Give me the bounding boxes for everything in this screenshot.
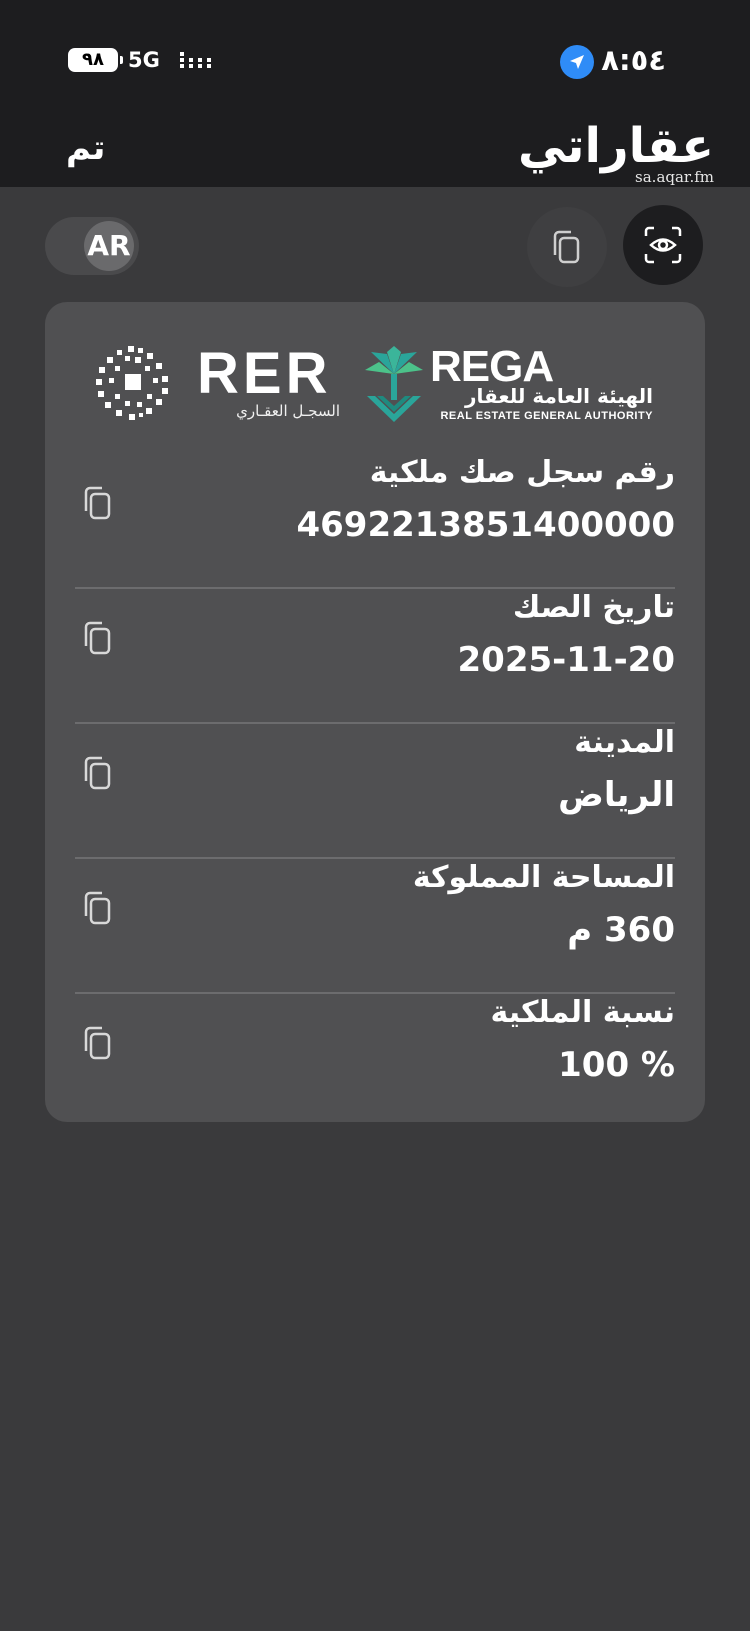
status-bar: ٩٨ 5G ٨:٥٤ [0,38,750,82]
copy-icon[interactable] [81,1022,115,1064]
copy-icon[interactable] [81,617,115,659]
copy-all-button[interactable] [527,207,607,287]
deed-card: RER السجـل العقـاري REGA الهيئة العامة ل… [45,302,705,1122]
rega-logo-icon [365,346,423,422]
status-time: ٨:٥٤ [601,43,666,77]
copy-icon [553,230,580,264]
field-owned-area: المساحة المملوكة 360 م [45,859,705,994]
view-toggle-button[interactable] [623,205,703,285]
field-label: المدينة [574,725,675,760]
eye-scan-icon [644,226,682,264]
logos-header: RER السجـل العقـاري REGA الهيئة العامة ل… [45,302,705,432]
field-ownership-ratio: نسبة الملكية 100 % [45,994,705,1129]
signal-icon [180,52,211,68]
location-arrow-icon [560,45,594,79]
field-value: الرياض [558,775,675,815]
field-value: 100 % [558,1045,675,1085]
watermark-url: sa.aqar.fm [635,168,714,186]
field-value: 360 م [567,910,675,950]
field-city: المدينة الرياض [45,724,705,859]
field-label: تاريخ الصك [512,590,675,625]
battery-indicator: ٩٨ [68,48,123,72]
rer-logo-subtitle: السجـل العقـاري [236,402,340,420]
field-value: 2025-11-20 [457,640,675,680]
field-label: نسبة الملكية [490,995,675,1030]
rega-logo-english: REAL ESTATE GENERAL AUTHORITY [440,410,653,422]
field-deed-date: تاريخ الصك 2025-11-20 [45,589,705,724]
network-type: 5G [128,48,160,72]
field-deed-number: رقم سجل صك ملكية 4692213851400000 [45,454,705,589]
field-label: المساحة المملوكة [412,860,675,895]
copy-icon[interactable] [81,482,115,524]
field-label: رقم سجل صك ملكية [369,455,675,490]
done-button[interactable]: تم [66,128,105,168]
copy-icon[interactable] [81,752,115,794]
rer-logo-icon [96,346,168,420]
rer-logo-text: RER [197,341,332,406]
rega-logo-arabic: الهيئة العامة للعقار [464,384,653,408]
language-toggle-knob[interactable]: AR [84,221,134,271]
app-logo-title: عقاراتي [517,118,715,174]
copy-icon[interactable] [81,887,115,929]
field-value: 4692213851400000 [296,505,675,545]
top-bar: ٩٨ 5G ٨:٥٤ تم عقاراتي sa.aqar.fm [0,0,750,187]
